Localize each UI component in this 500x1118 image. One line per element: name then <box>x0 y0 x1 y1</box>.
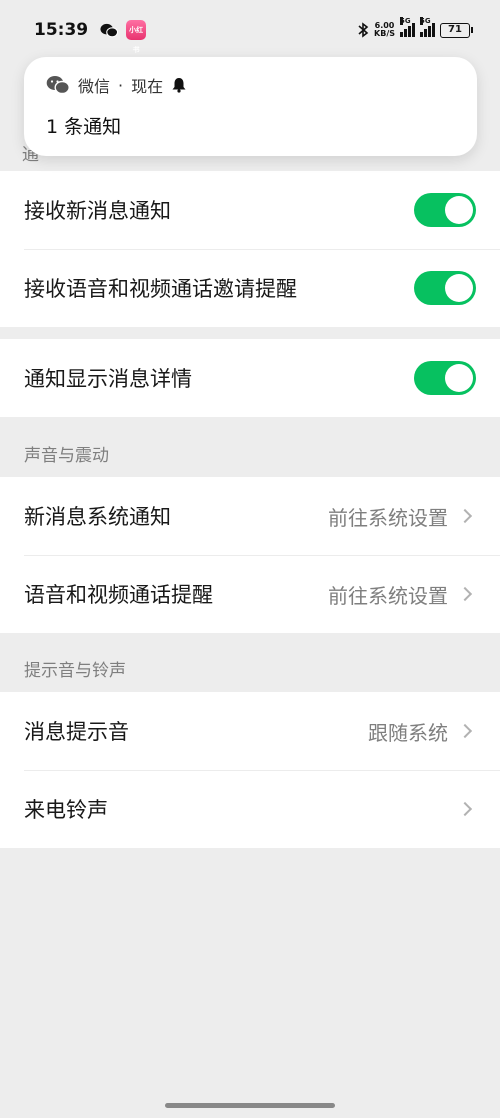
row-label: 通知显示消息详情 <box>24 367 192 391</box>
chevron-right-icon <box>457 723 473 739</box>
row-value: 跟随系统 <box>368 720 448 745</box>
wechat-icon <box>100 23 119 37</box>
status-time: 15:39 <box>34 20 89 40</box>
row-call-reminder[interactable]: 语音和视频通话提醒 前往系统设置 <box>0 555 500 633</box>
sound-group: 新消息系统通知 前往系统设置 语音和视频通话提醒 前往系统设置 <box>0 477 500 633</box>
ringtone-group: 消息提示音 跟随系统 来电铃声 <box>0 692 500 848</box>
xiaohongshu-app-icon: 小红书 <box>126 20 147 54</box>
row-label: 新消息系统通知 <box>24 505 171 529</box>
notification-banner[interactable]: 微信 · 现在 1 条通知 <box>24 57 477 156</box>
row-receive-new-messages[interactable]: 接收新消息通知 <box>0 171 500 249</box>
notification-app-name: 微信 <box>78 77 111 96</box>
row-label: 语音和视频通话提醒 <box>24 583 213 607</box>
bluetooth-icon <box>358 22 369 38</box>
row-receive-call-invites[interactable]: 接收语音和视频通话邀请提醒 <box>0 249 500 327</box>
chevron-right-icon <box>457 586 473 602</box>
message-details-group: 通知显示消息详情 <box>0 339 500 417</box>
row-new-message-system-notification[interactable]: 新消息系统通知 前往系统设置 <box>0 477 500 555</box>
chevron-right-icon <box>457 508 473 524</box>
bell-icon <box>172 78 186 93</box>
section-title-sound: 声音与震动 <box>24 446 109 466</box>
notification-separator: · <box>118 75 124 95</box>
receive-messages-toggle[interactable] <box>414 193 476 227</box>
notification-body: 1 条通知 <box>46 116 122 138</box>
signal-icon: 5G <box>400 17 415 37</box>
notification-header: 微信 · 现在 <box>46 73 455 97</box>
row-label: 接收语音和视频通话邀请提醒 <box>24 277 297 301</box>
row-label: 来电铃声 <box>24 798 108 822</box>
network-speed: 6.00 KB/S <box>374 21 395 38</box>
notification-toggle-group: 接收新消息通知 接收语音和视频通话邀请提醒 <box>0 171 500 327</box>
row-value: 前往系统设置 <box>328 505 448 530</box>
show-details-toggle[interactable] <box>414 361 476 395</box>
section-title-ringtone: 提示音与铃声 <box>24 661 126 681</box>
row-message-tone[interactable]: 消息提示音 跟随系统 <box>0 692 500 770</box>
home-indicator[interactable] <box>165 1103 335 1108</box>
wechat-icon <box>46 76 70 95</box>
battery-icon: 71 <box>440 22 473 38</box>
row-label: 消息提示音 <box>24 720 129 744</box>
chevron-right-icon <box>457 801 473 817</box>
signal-icon-2: 5G <box>420 17 435 37</box>
row-ringtone[interactable]: 来电铃声 <box>0 770 500 848</box>
call-invites-toggle[interactable] <box>414 271 476 305</box>
row-value: 前往系统设置 <box>328 583 448 608</box>
status-bar: 15:39 小红书 6.00 KB/S 5G 5G 71 <box>0 0 500 60</box>
notification-time: 现在 <box>131 77 164 96</box>
row-label: 接收新消息通知 <box>24 199 171 223</box>
row-show-message-details[interactable]: 通知显示消息详情 <box>0 339 500 417</box>
